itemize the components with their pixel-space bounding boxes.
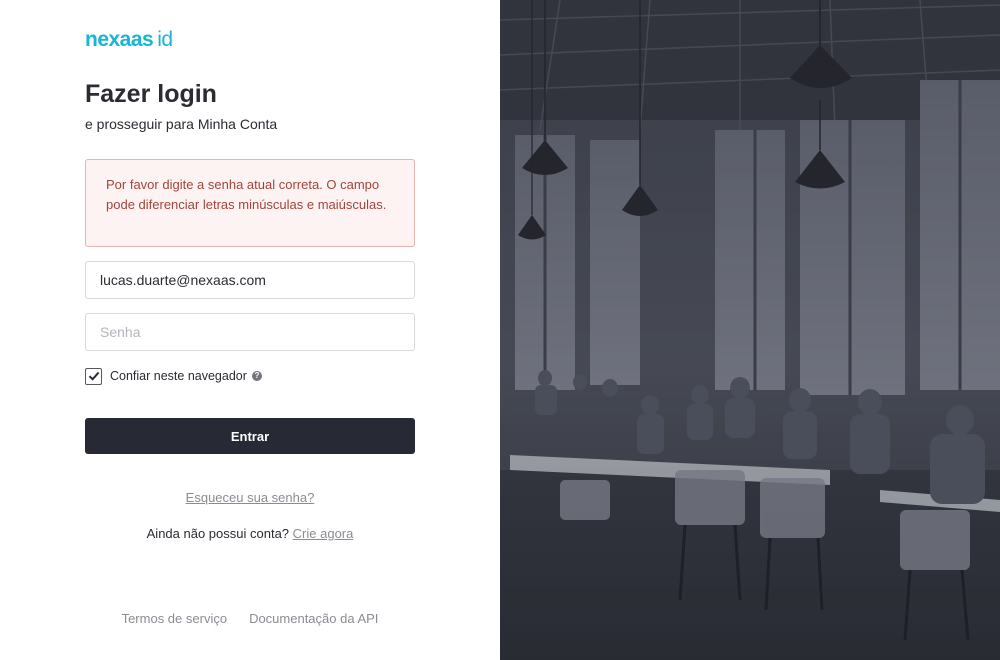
trust-browser-checkbox[interactable] <box>85 367 102 385</box>
error-alert: Por favor digite a senha atual correta. … <box>85 159 415 247</box>
nexaas-id-logo[interactable]: nexaas id <box>85 28 173 52</box>
signup-link[interactable]: Crie agora <box>293 526 354 541</box>
signup-prompt: Ainda não possui conta? <box>146 526 290 541</box>
background-photo <box>500 0 1000 660</box>
login-panel: nexaas id Fazer login e prosseguir para M… <box>0 0 500 660</box>
page-subtitle: e prosseguir para Minha Conta <box>85 116 278 132</box>
signup-prompt-row: Ainda não possui conta? Crie agora <box>85 526 415 541</box>
footer-links: Termos de serviço Documentação da API <box>0 611 500 626</box>
password-field[interactable] <box>85 313 415 351</box>
terms-of-service-link[interactable]: Termos de serviço <box>122 611 227 626</box>
trust-browser-label: Confiar neste navegador <box>110 369 247 383</box>
page-title: Fazer login <box>85 80 217 108</box>
logo-brand: nexaas <box>85 28 154 51</box>
error-alert-message: Por favor digite a senha atual correta. … <box>106 177 387 212</box>
trust-browser-option[interactable]: Confiar neste navegador ? <box>85 366 262 386</box>
logo-suffix: id <box>157 28 173 51</box>
login-button[interactable]: Entrar <box>85 418 415 454</box>
office-photo-illustration <box>500 0 1000 660</box>
help-icon[interactable]: ? <box>251 371 262 381</box>
email-field[interactable] <box>85 261 415 299</box>
api-docs-link[interactable]: Documentação da API <box>249 611 378 626</box>
forgot-password: Esqueceu sua senha? <box>85 490 415 505</box>
check-icon <box>88 371 99 381</box>
forgot-password-link[interactable]: Esqueceu sua senha? <box>186 490 315 505</box>
